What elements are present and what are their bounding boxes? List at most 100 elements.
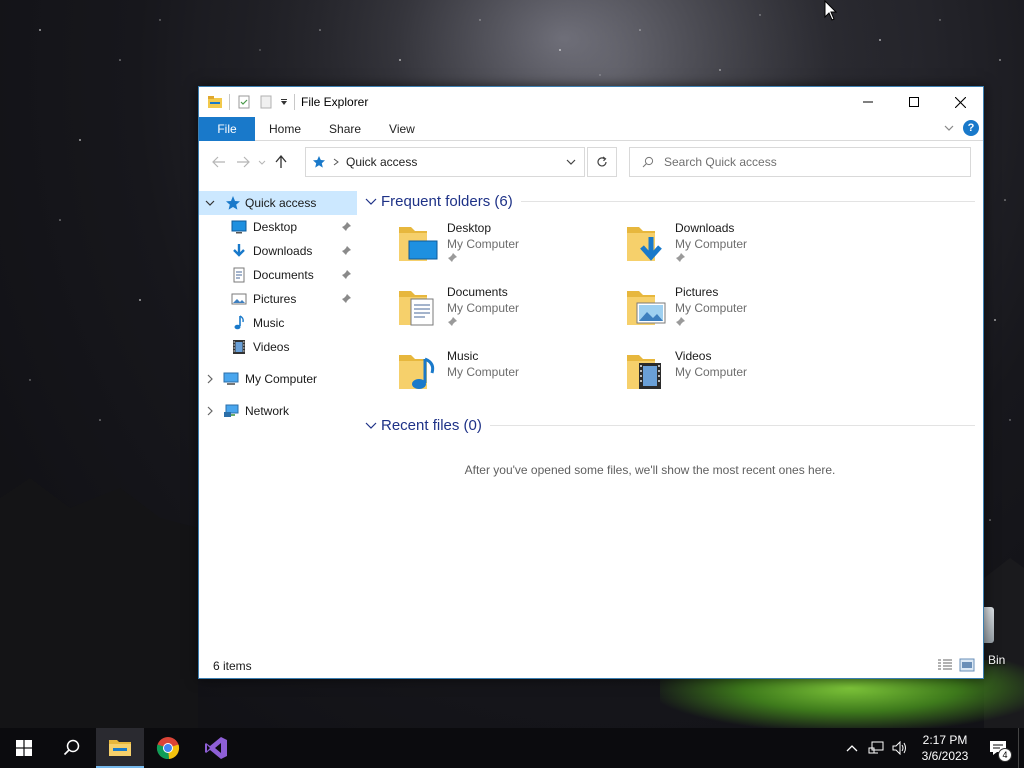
nav-item-quick-access[interactable]: Quick access bbox=[199, 191, 357, 215]
up-button[interactable] bbox=[269, 150, 293, 174]
start-button[interactable] bbox=[0, 728, 48, 768]
taskbar: 2:17 PM 3/6/2023 4 bbox=[0, 728, 1024, 768]
show-desktop-button[interactable] bbox=[1018, 728, 1024, 768]
navigation-bar: Quick access bbox=[199, 141, 983, 183]
nav-item-pictures[interactable]: Pictures bbox=[199, 287, 357, 311]
nav-label-my-computer: My Computer bbox=[245, 372, 318, 386]
file-explorer-window: File Explorer File Home Share View ? Qui… bbox=[198, 86, 984, 679]
large-icons-view-icon[interactable] bbox=[959, 658, 975, 672]
address-dropdown-icon[interactable] bbox=[566, 157, 576, 167]
search-input[interactable] bbox=[664, 155, 964, 169]
quick-access-toolbar bbox=[199, 94, 295, 110]
chevron-down-icon[interactable] bbox=[205, 198, 215, 208]
recent-files-header[interactable]: Recent files (0) bbox=[365, 413, 975, 437]
nav-item-my-computer[interactable]: My Computer bbox=[199, 367, 357, 391]
folder-name: Downloads bbox=[675, 221, 735, 235]
network-icon bbox=[224, 404, 239, 417]
nav-item-music[interactable]: Music bbox=[199, 311, 357, 335]
mouse-cursor-icon bbox=[824, 0, 838, 21]
clock-time: 2:17 PM bbox=[922, 733, 968, 747]
nav-label-videos: Videos bbox=[253, 340, 290, 354]
navigation-pane: Quick access Desktop Downloads Documents… bbox=[199, 191, 357, 423]
expand-ribbon-icon[interactable] bbox=[943, 122, 955, 134]
visual-studio-icon bbox=[205, 737, 227, 759]
nav-label-pictures: Pictures bbox=[253, 292, 297, 306]
frequent-folders-header[interactable]: Frequent folders (6) bbox=[365, 189, 975, 213]
search-icon bbox=[642, 156, 654, 168]
close-button[interactable] bbox=[937, 87, 983, 117]
window-title: File Explorer bbox=[301, 95, 369, 109]
action-center-button[interactable]: 4 bbox=[978, 728, 1018, 768]
tab-home[interactable]: Home bbox=[255, 117, 315, 141]
downloads-icon bbox=[233, 244, 245, 257]
maximize-button[interactable] bbox=[891, 87, 937, 117]
tab-view[interactable]: View bbox=[375, 117, 429, 141]
recycle-bin-desktop-icon[interactable]: Bin bbox=[984, 605, 1024, 675]
forward-button[interactable] bbox=[231, 150, 255, 174]
minimize-button[interactable] bbox=[845, 87, 891, 117]
folder-location: My Computer bbox=[447, 365, 520, 379]
frequent-folders-title: Frequent folders (6) bbox=[381, 192, 513, 210]
properties-icon[interactable] bbox=[236, 94, 252, 110]
folder-location: My Computer bbox=[675, 301, 748, 315]
nav-item-videos[interactable]: Videos bbox=[199, 335, 357, 359]
volume-tray-button[interactable] bbox=[888, 728, 912, 768]
breadcrumb[interactable]: Quick access bbox=[346, 155, 417, 169]
chevron-right-icon[interactable] bbox=[205, 374, 215, 384]
file-explorer-icon bbox=[109, 740, 131, 756]
folder-tile-desktop[interactable]: Desktop My Computer bbox=[365, 221, 585, 281]
chrome-icon bbox=[156, 737, 180, 760]
up-arrow-icon bbox=[275, 155, 287, 168]
divider bbox=[520, 200, 975, 202]
folder-tile-pictures[interactable]: Pictures My Computer bbox=[593, 285, 813, 345]
tab-share[interactable]: Share bbox=[315, 117, 375, 141]
separator bbox=[229, 94, 230, 110]
recent-locations-button[interactable] bbox=[255, 150, 269, 174]
file-explorer-icon bbox=[208, 96, 222, 108]
folder-tile-downloads[interactable]: Downloads My Computer bbox=[593, 221, 813, 281]
tab-file[interactable]: File bbox=[199, 116, 255, 141]
folder-tile-music[interactable]: Music My Computer bbox=[365, 349, 585, 409]
videos-icon bbox=[233, 340, 245, 354]
chevron-down-icon[interactable] bbox=[365, 419, 377, 431]
clock[interactable]: 2:17 PM 3/6/2023 bbox=[912, 732, 978, 764]
documents-icon bbox=[233, 267, 245, 283]
customize-toolbar-icon[interactable] bbox=[280, 98, 288, 106]
folder-name: Videos bbox=[675, 349, 712, 363]
folder-tile-videos[interactable]: Videos My Computer bbox=[593, 349, 813, 409]
help-icon[interactable]: ? bbox=[963, 120, 979, 136]
pin-icon[interactable] bbox=[341, 270, 351, 280]
nav-item-network[interactable]: Network bbox=[199, 399, 357, 423]
network-tray-button[interactable] bbox=[864, 728, 888, 768]
chevron-right-icon[interactable] bbox=[205, 406, 215, 416]
nav-item-downloads[interactable]: Downloads bbox=[199, 239, 357, 263]
folder-name: Documents bbox=[447, 285, 508, 299]
recycle-bin-label: Bin bbox=[988, 653, 1006, 667]
recycle-bin-icon bbox=[984, 607, 994, 643]
pin-icon[interactable] bbox=[341, 222, 351, 232]
new-folder-icon[interactable] bbox=[258, 94, 274, 110]
refresh-button[interactable] bbox=[587, 147, 617, 177]
show-hidden-icons-button[interactable] bbox=[840, 728, 864, 768]
pin-icon[interactable] bbox=[341, 294, 351, 304]
taskbar-file-explorer[interactable] bbox=[96, 728, 144, 768]
nav-label-downloads: Downloads bbox=[253, 244, 313, 258]
nav-item-documents[interactable]: Documents bbox=[199, 263, 357, 287]
pin-icon[interactable] bbox=[341, 246, 351, 256]
taskbar-visual-studio[interactable] bbox=[192, 728, 240, 768]
details-view-icon[interactable] bbox=[937, 658, 953, 672]
pictures-icon bbox=[231, 293, 247, 305]
search-box[interactable] bbox=[629, 147, 971, 177]
search-button[interactable] bbox=[48, 728, 96, 768]
notification-count-badge: 4 bbox=[998, 748, 1012, 762]
title-bar[interactable]: File Explorer bbox=[199, 87, 983, 117]
taskbar-chrome[interactable] bbox=[144, 728, 192, 768]
address-bar[interactable]: Quick access bbox=[305, 147, 585, 177]
nav-label-music: Music bbox=[253, 316, 285, 330]
back-button[interactable] bbox=[207, 150, 231, 174]
folder-tile-documents[interactable]: Documents My Computer bbox=[365, 285, 585, 345]
chevron-down-icon[interactable] bbox=[365, 195, 377, 207]
nav-item-desktop[interactable]: Desktop bbox=[199, 215, 357, 239]
system-tray: 2:17 PM 3/6/2023 4 bbox=[840, 728, 1024, 768]
videos-folder-icon bbox=[627, 355, 661, 389]
